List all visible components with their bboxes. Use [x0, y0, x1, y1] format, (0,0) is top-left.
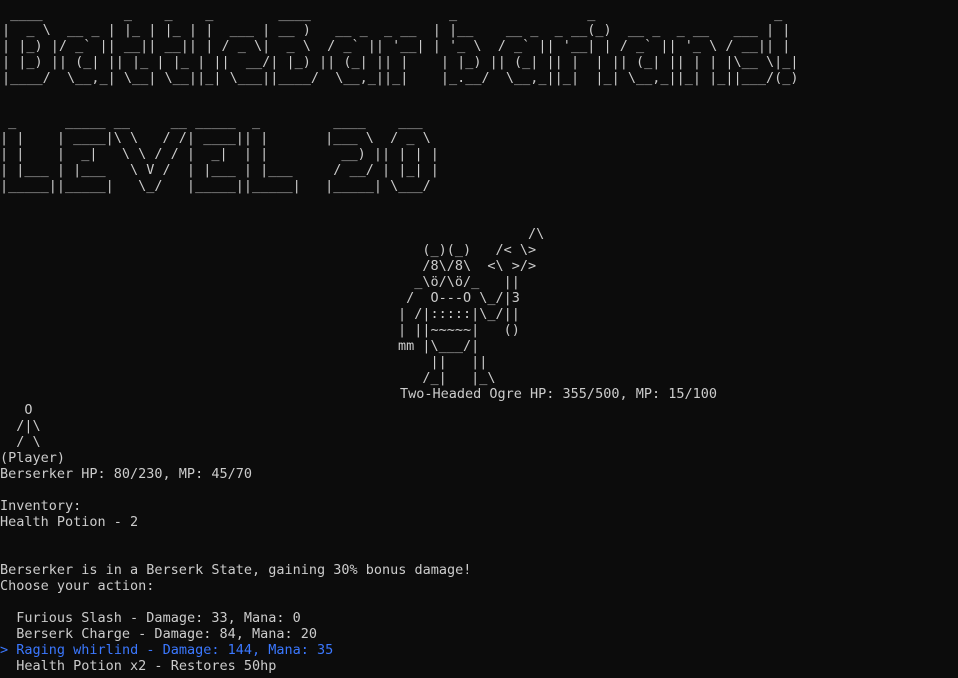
inventory-header: Inventory: — [0, 498, 82, 514]
game-title-banner: ____ _ _ _ ____ _ _ _ | _ \ __ _ | |_ | … — [2, 6, 799, 86]
action-option-raging-whirlind[interactable]: > Raging whirlind - Damage: 144, Mana: 3… — [0, 642, 471, 658]
title-banner-line: | |_) |/ _` || __|| __|| | / _ \| _ \ / … — [2, 38, 791, 54]
player-area: O /|\ / \ (Player) Berserker HP: 80/230, M… — [0, 402, 471, 674]
level-banner-line: | | | _| \ \ / / | _| | | __) || | | | — [0, 146, 439, 162]
selection-pointer-icon: > — [0, 642, 9, 658]
enemy-status-text: Two-Headed Ogre HP: 355/500, MP: 15/100 — [400, 386, 717, 402]
ogre-art-line: mm |\___/| — [398, 338, 480, 354]
action-prompt: Choose your action: — [0, 578, 155, 594]
ogre-art-line: (_)(_) /< \> — [398, 242, 537, 258]
terminal-window: ____ _ _ _ ____ _ _ _ | _ \ __ _ | |_ | … — [0, 0, 958, 678]
action-label: Berserk Charge - Damage: 84, Mana: 20 — [16, 626, 317, 642]
title-banner-line: |____/ \__,_| \__| \__||_| \___||____/ \… — [2, 70, 799, 86]
action-option-berserk-charge[interactable]: Berserk Charge - Damage: 84, Mana: 20 — [0, 626, 471, 642]
inventory-item: Health Potion - 2 — [0, 514, 139, 530]
title-banner-line: | _ \ __ _ | |_ | |_ | | ___ | __ ) __ _… — [2, 22, 791, 38]
level-banner-line: |_____||_____| \_/ |_____||_____| |_____… — [0, 178, 439, 194]
title-banner-line: | |_) || (_| || |_ | |_ | || __/| |_) ||… — [2, 54, 799, 70]
player-art-line: O — [0, 402, 33, 418]
title-banner-line: ____ _ _ _ ____ _ _ _ — [2, 6, 791, 22]
enemy-status: Two-Headed Ogre HP: 355/500, MP: 15/100 — [400, 386, 717, 402]
level-banner-line: _ _____ __ __ _____ _ ____ ___ — [0, 114, 439, 130]
ogre-art-line: || || — [398, 354, 488, 370]
player-status: Berserker HP: 80/230, MP: 45/70 — [0, 466, 252, 482]
action-option-health-potion[interactable]: Health Potion x2 - Restores 50hp — [0, 658, 471, 674]
ogre-ascii-art: /\ (_)(_) /< \> /8\/8\ <\ >/> _\ö/\ö/_ |… — [398, 226, 544, 386]
level-banner-line: | |___ | |___ \ V / | |___ | |___ / __/ … — [0, 162, 439, 178]
ogre-art-line: / O---O \_/|3 — [398, 290, 520, 306]
ogre-art-line: /_| |_\ — [398, 370, 496, 386]
action-label: Furious Slash - Damage: 33, Mana: 0 — [16, 610, 301, 626]
ogre-art-line: /\ — [398, 226, 545, 242]
action-label: Health Potion x2 - Restores 50hp — [16, 658, 277, 674]
ogre-art-line: _\ö/\ö/_ || — [398, 274, 520, 290]
action-label: Raging whirlind - Damage: 144, Mana: 35 — [16, 642, 334, 658]
ogre-art-line: | /|:::::|\_/|| — [398, 306, 520, 322]
action-option-furious-slash[interactable]: Furious Slash - Damage: 33, Mana: 0 — [0, 610, 471, 626]
ogre-art-line: /8\/8\ <\ >/> — [398, 258, 537, 274]
player-art-line: / \ — [0, 434, 41, 450]
player-tag: (Player) — [0, 450, 66, 466]
berserk-message: Berserker is in a Berserk State, gaining… — [0, 562, 472, 578]
player-art-line: /|\ — [0, 418, 41, 434]
level-banner: _ _____ __ __ _____ _ ____ ___ | | | ___… — [0, 114, 439, 194]
level-banner-line: | | | ____|\ \ / /| ____|| | |___ \ / _ … — [0, 130, 439, 146]
ogre-art-line: | ||~~~~~| () — [398, 322, 520, 338]
